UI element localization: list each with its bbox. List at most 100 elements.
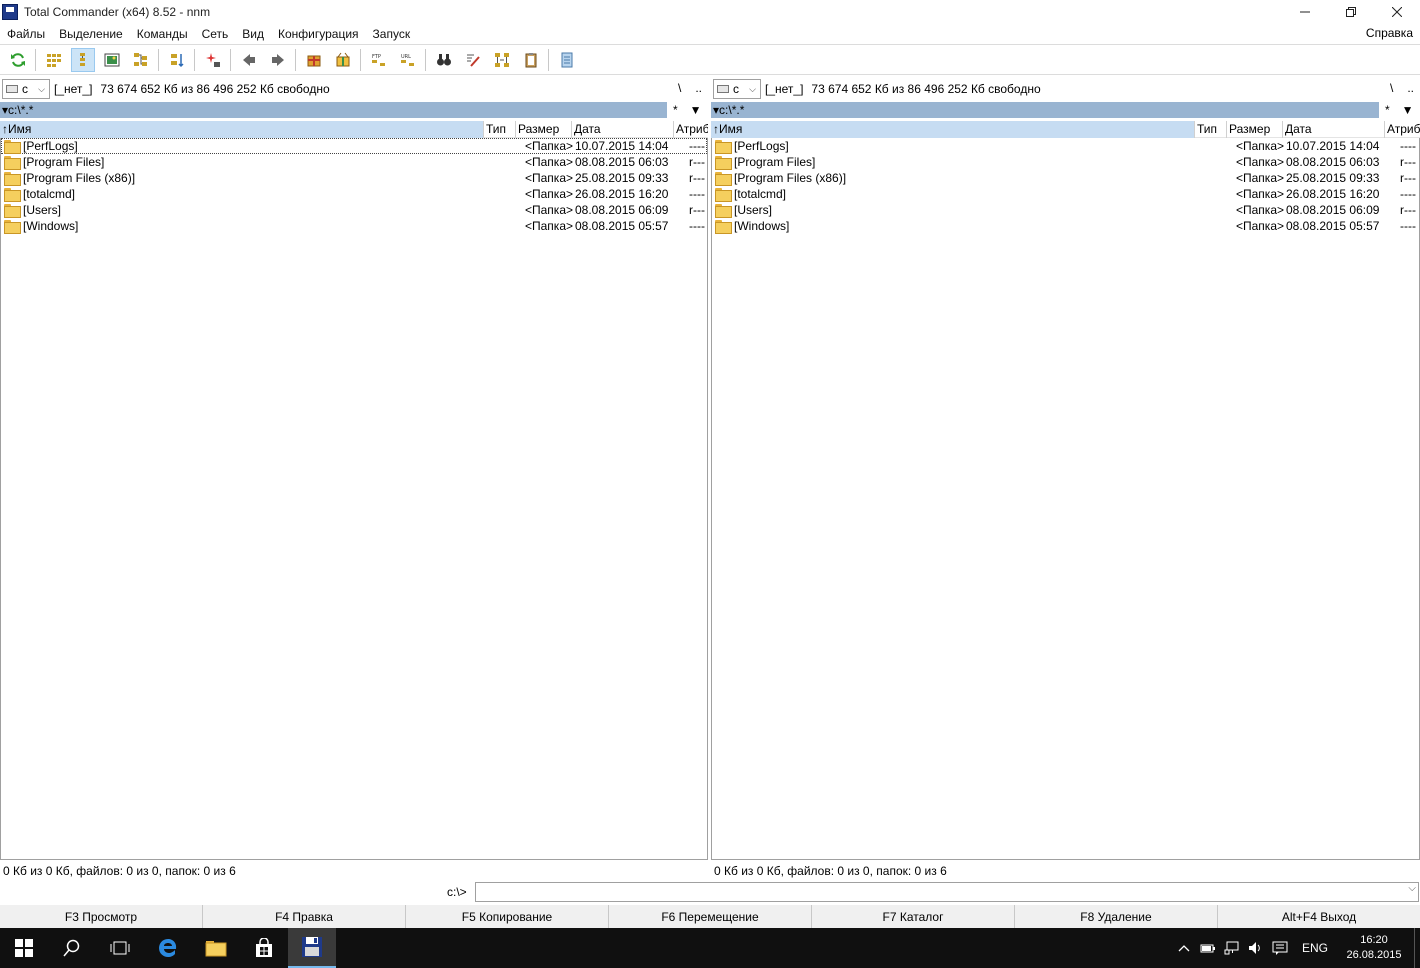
store-button[interactable] xyxy=(240,928,288,968)
task-view-button[interactable] xyxy=(96,928,144,968)
parent-dir-button[interactable]: .. xyxy=(695,81,702,95)
chevron-up-icon[interactable] xyxy=(1172,944,1196,952)
store-bag-icon xyxy=(256,938,272,957)
close-button[interactable] xyxy=(1374,0,1420,24)
column-size[interactable]: Размер xyxy=(1227,120,1283,138)
brief-view-button[interactable] xyxy=(42,48,66,72)
start-button[interactable] xyxy=(0,928,48,968)
tree-view-button[interactable] xyxy=(129,48,153,72)
free-space: 73 674 652 Кб из 86 496 252 Кб свободно xyxy=(811,82,1041,96)
filter-button[interactable]: * xyxy=(673,103,678,117)
menu-help[interactable]: Справка xyxy=(1366,26,1413,40)
list-item[interactable]: [totalcmd] <Папка> 26.08.2015 16:20 ---- xyxy=(712,186,1419,202)
toolbar-separator xyxy=(360,48,361,71)
column-attr[interactable]: Атрибуты xyxy=(674,121,708,138)
filter-button[interactable]: * xyxy=(1385,103,1390,117)
drive-selector[interactable]: c ⌵ xyxy=(713,79,761,99)
thumbnails-button[interactable] xyxy=(100,48,124,72)
minimize-button[interactable] xyxy=(1282,0,1328,24)
list-item[interactable]: [PerfLogs] <Папка> 10.07.2015 14:04 ---- xyxy=(1,138,707,154)
column-date[interactable]: Дата xyxy=(1283,120,1385,138)
f8-delete-button[interactable]: F8 Удаление xyxy=(1015,905,1218,928)
tree-view-icon xyxy=(133,52,147,66)
multi-rename-button[interactable] xyxy=(461,48,485,72)
menu-files[interactable]: Файлы xyxy=(0,27,52,41)
battery-icon[interactable] xyxy=(1196,943,1220,953)
show-desktop-button[interactable] xyxy=(1414,928,1420,968)
list-item[interactable]: [Windows] <Папка> 08.08.2015 05:57 ---- xyxy=(712,218,1419,234)
current-path[interactable]: ▾c:\*.* xyxy=(0,102,667,118)
menu-commands[interactable]: Команды xyxy=(130,27,195,41)
list-item[interactable]: [Windows] <Папка> 08.08.2015 05:57 ---- xyxy=(1,218,707,234)
file-size: <Папка> xyxy=(1236,203,1284,217)
close-icon xyxy=(1392,7,1402,17)
url-connect-button[interactable]: URL xyxy=(396,48,420,72)
history-dropdown-icon[interactable]: ▼ xyxy=(1402,103,1414,117)
chevron-down-icon[interactable]: ⌵ xyxy=(1408,883,1416,894)
edge-browser-button[interactable] xyxy=(144,928,192,968)
search-button[interactable] xyxy=(48,928,96,968)
drive-selector[interactable]: c ⌵ xyxy=(2,79,50,99)
list-item[interactable]: [totalcmd] <Папка> 26.08.2015 16:20 ---- xyxy=(1,186,707,202)
list-item[interactable]: [Program Files (x86)] <Папка> 25.08.2015… xyxy=(1,170,707,186)
list-item[interactable]: [Program Files] <Папка> 08.08.2015 06:03… xyxy=(1,154,707,170)
volume-icon[interactable] xyxy=(1244,941,1268,955)
notepad-button[interactable] xyxy=(555,48,579,72)
f3-view-button[interactable]: F3 Просмотр xyxy=(0,905,203,928)
ftp-connect-button[interactable]: FTP xyxy=(367,48,391,72)
column-date[interactable]: Дата xyxy=(572,120,674,138)
parent-dir-button[interactable]: .. xyxy=(1407,81,1414,95)
invert-selection-button[interactable] xyxy=(201,48,225,72)
f7-mkdir-button[interactable]: F7 Каталог xyxy=(812,905,1015,928)
menu-network[interactable]: Сеть xyxy=(195,27,236,41)
network-icon[interactable] xyxy=(1220,941,1244,955)
root-dir-button[interactable]: \ xyxy=(678,81,681,95)
f4-edit-button[interactable]: F4 Правка xyxy=(203,905,406,928)
input-language[interactable]: ENG xyxy=(1302,941,1328,955)
current-path[interactable]: ▾c:\*.* xyxy=(711,102,1379,118)
full-view-button[interactable] xyxy=(70,47,95,72)
list-item[interactable]: [Program Files (x86)] <Папка> 25.08.2015… xyxy=(712,170,1419,186)
pack-button[interactable] xyxy=(302,48,326,72)
list-item[interactable]: [Program Files] <Папка> 08.08.2015 06:03… xyxy=(712,154,1419,170)
list-item[interactable]: [PerfLogs] <Папка> 10.07.2015 14:04 ---- xyxy=(712,138,1419,154)
menu-start[interactable]: Запуск xyxy=(366,27,418,41)
drive-info: [_нет_] 73 674 652 Кб из 86 496 252 Кб св… xyxy=(765,82,1041,96)
sort-button[interactable] xyxy=(165,48,189,72)
history-dropdown-icon[interactable]: ▼ xyxy=(690,103,702,117)
search-button[interactable] xyxy=(432,48,456,72)
root-dir-button[interactable]: \ xyxy=(1390,81,1393,95)
column-name[interactable]: ↑Имя xyxy=(0,120,484,138)
list-item[interactable]: [Users] <Папка> 08.08.2015 06:09 r--- xyxy=(1,202,707,218)
app-icon[interactable] xyxy=(2,4,18,20)
list-item[interactable]: [Users] <Папка> 08.08.2015 06:09 r--- xyxy=(712,202,1419,218)
alt-f4-exit-button[interactable]: Alt+F4 Выход xyxy=(1218,905,1420,928)
column-attr[interactable]: Атрибуты xyxy=(1385,121,1420,138)
copy-names-button[interactable] xyxy=(519,48,543,72)
file-explorer-button[interactable] xyxy=(192,928,240,968)
menu-view[interactable]: Вид xyxy=(235,27,271,41)
notifications-icon[interactable] xyxy=(1268,941,1292,955)
clock-date: 26.08.2015 xyxy=(1346,949,1402,961)
f6-move-button[interactable]: F6 Перемещение xyxy=(609,905,812,928)
column-ext[interactable]: Тип xyxy=(1195,120,1227,138)
sync-dirs-button[interactable] xyxy=(490,48,514,72)
back-button[interactable] xyxy=(237,48,261,72)
unpack-button[interactable] xyxy=(331,48,355,72)
file-list[interactable]: [PerfLogs] <Папка> 10.07.2015 14:04 ----… xyxy=(0,138,708,860)
column-ext[interactable]: Тип xyxy=(484,120,516,138)
column-name[interactable]: ↑Имя xyxy=(711,120,1195,138)
column-size[interactable]: Размер xyxy=(516,120,572,138)
menu-bar: Файлы Выделение Команды Сеть Вид Конфигу… xyxy=(0,24,1420,44)
menu-configuration[interactable]: Конфигурация xyxy=(271,27,366,41)
command-prompt: c:\> xyxy=(447,885,467,899)
file-list[interactable]: [PerfLogs] <Папка> 10.07.2015 14:04 ----… xyxy=(711,138,1420,860)
f5-copy-button[interactable]: F5 Копирование xyxy=(406,905,609,928)
restore-button[interactable] xyxy=(1328,0,1374,24)
command-line-input[interactable] xyxy=(475,882,1419,902)
clock[interactable]: 16:20 26.08.2015 xyxy=(1338,933,1410,963)
total-commander-taskbar-button[interactable] xyxy=(288,928,336,968)
forward-button[interactable] xyxy=(266,48,290,72)
menu-selection[interactable]: Выделение xyxy=(52,27,130,41)
refresh-button[interactable] xyxy=(6,48,30,72)
